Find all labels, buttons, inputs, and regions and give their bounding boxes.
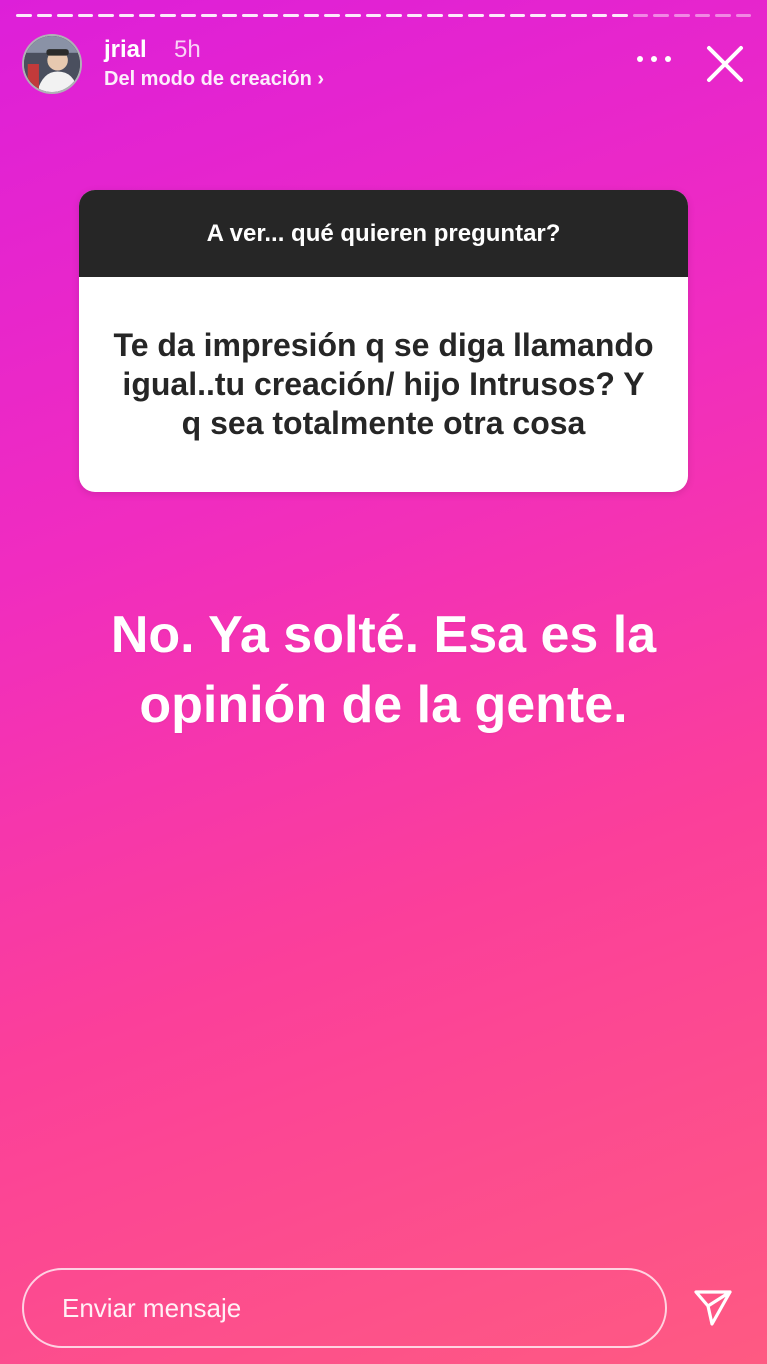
progress-segment [77,14,94,17]
progress-segment [303,14,320,17]
progress-segment [159,14,176,17]
progress-segment [488,14,505,17]
progress-segment [221,14,238,17]
progress-segment [447,14,464,17]
progress-segment [242,14,258,17]
progress-segment [591,14,608,17]
progress-segment [715,14,731,17]
story-header: jrial 5h Del modo de creación › [22,30,745,100]
close-icon[interactable] [705,44,745,84]
progress-segment [345,14,361,17]
progress-segment [427,14,443,17]
avatar-photo [24,36,80,92]
progress-segment [57,14,73,17]
message-placeholder: Enviar mensaje [62,1292,242,1323]
more-icon[interactable] [637,54,671,64]
progress-segment [632,14,649,17]
question-text: Te da impresión q se diga llamando igual… [113,327,654,441]
progress-segment [98,14,114,17]
message-input[interactable]: Enviar mensaje [22,1268,667,1348]
progress-segment [180,14,197,17]
progress-segment [386,14,402,17]
answer-text: No. Ya solté. Esa es la opinión de la ge… [110,606,657,734]
progress-segment [468,14,484,17]
progress-segment [735,14,752,17]
question-sticker: A ver... qué quieren preguntar? Te da im… [79,190,688,492]
progress-segment [283,14,299,17]
progress-segment [694,14,711,17]
progress-segment [571,14,587,17]
progress-segment [406,14,423,17]
story-progress-bar [16,14,752,18]
progress-segment [530,14,546,17]
progress-segment [118,14,135,17]
send-icon[interactable] [690,1284,736,1330]
progress-segment [365,14,382,17]
progress-segment [653,14,669,17]
progress-segment [612,14,628,17]
progress-segment [262,14,279,17]
username[interactable]: jrial [104,36,147,64]
progress-segment [509,14,526,17]
progress-segment [550,14,567,17]
progress-segment [324,14,340,17]
progress-segment [139,14,155,17]
avatar[interactable] [22,34,82,94]
progress-segment [201,14,217,17]
progress-segment [16,14,32,17]
create-mode-link[interactable]: Del modo de creación › [104,68,324,91]
story-time: 5h [174,36,201,63]
progress-segment [36,14,53,17]
question-prompt: A ver... qué quieren preguntar? [79,190,688,277]
progress-segment [674,14,690,17]
